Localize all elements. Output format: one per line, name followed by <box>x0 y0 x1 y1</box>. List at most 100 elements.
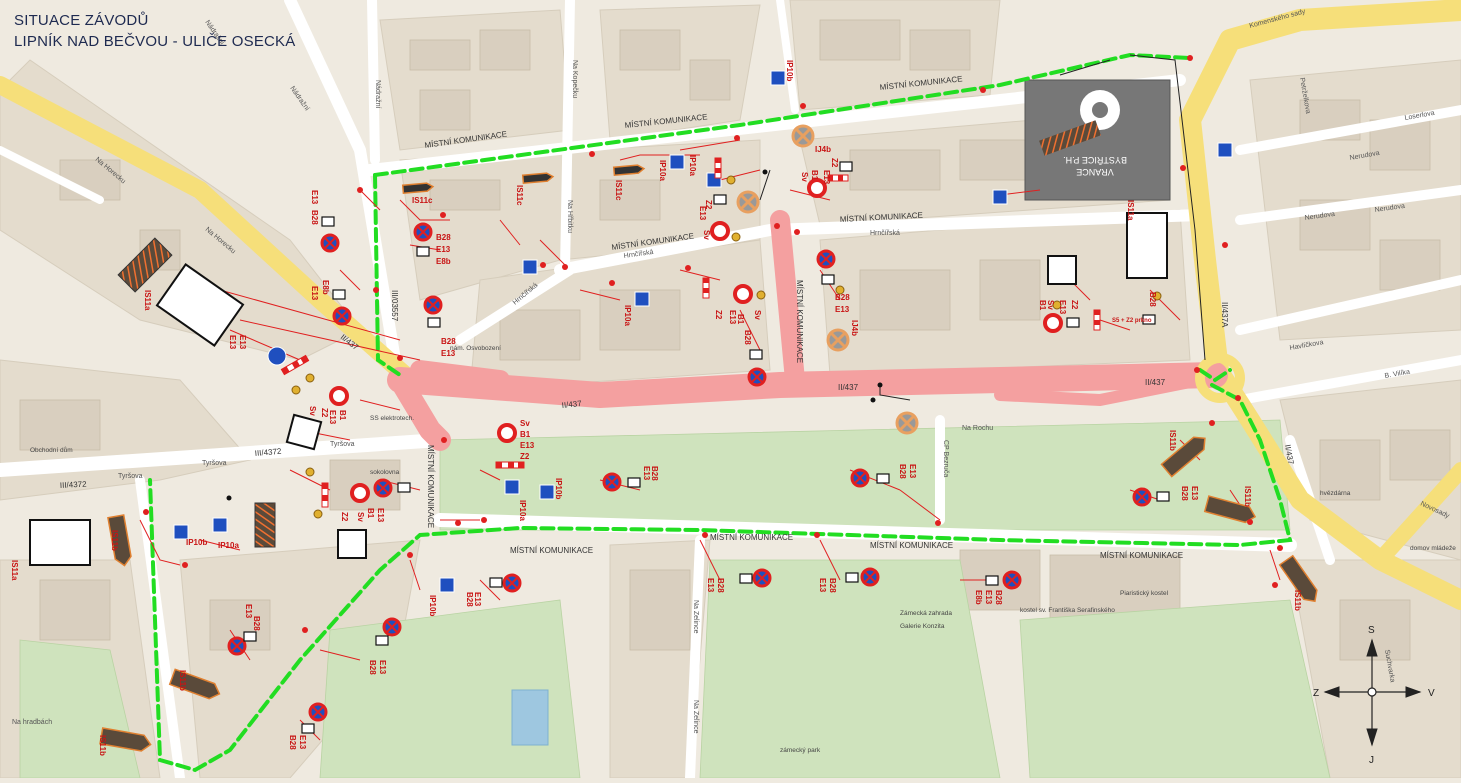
compass-west: Z <box>1313 688 1319 699</box>
no-entry-sign[interactable] <box>733 284 753 304</box>
closure-mark[interactable] <box>826 328 850 352</box>
barrier[interactable] <box>321 482 329 508</box>
supplementary-plate[interactable] <box>1156 491 1170 502</box>
sign-code: Sv <box>356 512 365 522</box>
no-stopping-sign[interactable] <box>308 702 328 722</box>
road-label-mk-vertical2: MÍSTNÍ KOMUNIKACE <box>426 445 435 528</box>
no-entry-sign[interactable] <box>497 423 517 443</box>
info-sign-ip10b-3[interactable] <box>173 524 189 540</box>
street-label-tyrsova-3: Tyršova <box>330 441 355 448</box>
supplementary-plate[interactable] <box>375 635 389 646</box>
info-sign-ip10b[interactable] <box>770 70 786 86</box>
supplementary-plate[interactable] <box>301 723 315 734</box>
no-stopping-sign[interactable] <box>850 468 870 488</box>
road-label-mk9: MÍSTNÍ KOMUNIKACE <box>1100 551 1183 560</box>
sign-code: Z2 <box>340 512 349 522</box>
supplementary-plate[interactable] <box>416 246 430 257</box>
supplementary-plate[interactable] <box>713 194 727 205</box>
no-stopping-sign[interactable] <box>502 573 522 593</box>
supplementary-plate[interactable] <box>821 274 835 285</box>
supplementary-plate[interactable] <box>749 349 763 360</box>
no-stopping-sign[interactable] <box>373 478 393 498</box>
barrier[interactable] <box>714 157 722 179</box>
sign-code: E13 <box>1190 486 1199 501</box>
no-stopping-sign[interactable] <box>816 249 836 269</box>
road-label-ii437a: II/437A <box>1220 302 1229 328</box>
no-stopping-sign[interactable] <box>332 306 352 326</box>
barrier[interactable] <box>495 461 525 469</box>
no-stopping-sign[interactable] <box>752 568 772 588</box>
info-sign-ip10a-3[interactable] <box>634 291 650 307</box>
supplementary-plate[interactable] <box>845 572 859 583</box>
map-canvas[interactable]: BYSTŘICE P.H. VRANCE MÍSTNÍ KOMUNIKACE M… <box>0 0 1461 783</box>
road-label-mk6: MÍSTNÍ KOMUNIKACE <box>510 546 593 555</box>
info-sign-ip10b-2[interactable] <box>539 484 555 500</box>
supplementary-plate[interactable] <box>985 575 999 586</box>
sign-code: B28 <box>1148 292 1157 307</box>
sign-code: IP10a <box>218 541 239 550</box>
no-entry-sign[interactable] <box>329 386 349 406</box>
place-label-kostel: kostel sv. Františka Serafinského <box>1020 607 1115 614</box>
no-stopping-sign[interactable] <box>747 367 767 387</box>
supplementary-plate[interactable] <box>427 317 441 328</box>
sign-code: E13 <box>310 286 319 301</box>
sign-code: B28 <box>252 616 261 631</box>
closure-mark[interactable] <box>736 190 760 214</box>
info-sign-ip10d-2[interactable] <box>992 189 1008 205</box>
no-stopping-sign[interactable] <box>602 472 622 492</box>
info-sign-ip10a[interactable] <box>669 154 685 170</box>
compass-north: S <box>1368 625 1375 636</box>
supplementary-plate[interactable] <box>1066 317 1080 328</box>
info-sign-round[interactable] <box>267 346 287 366</box>
sign-code: IP10a <box>518 500 527 521</box>
supplementary-plate[interactable] <box>243 631 257 642</box>
info-board[interactable] <box>337 529 367 559</box>
no-stopping-sign[interactable] <box>413 222 433 242</box>
direction-sign[interactable] <box>254 502 276 548</box>
no-stopping-sign[interactable] <box>382 617 402 637</box>
no-stopping-sign[interactable] <box>227 636 247 656</box>
pond <box>511 689 549 746</box>
sign-code: IP10b <box>785 60 794 81</box>
info-sign-ip10a-4[interactable] <box>504 479 520 495</box>
no-entry-sign[interactable] <box>710 221 730 241</box>
sign-code: E8b <box>974 590 983 605</box>
no-entry-sign[interactable] <box>1043 313 1063 333</box>
no-stopping-sign[interactable] <box>1132 487 1152 507</box>
closure-mark[interactable] <box>791 124 815 148</box>
supplementary-plate[interactable] <box>397 482 411 493</box>
info-sign-ip10d-3[interactable] <box>1217 142 1233 158</box>
sign-code: E13 <box>473 592 482 607</box>
sign-code: IS11b <box>178 670 187 691</box>
info-board[interactable] <box>285 413 323 451</box>
info-board[interactable] <box>29 519 91 566</box>
supplementary-plate[interactable] <box>839 161 853 172</box>
info-sign-ip10a-5[interactable] <box>212 517 228 533</box>
sign-code: B1 <box>366 508 375 519</box>
sign-code: IS11c <box>412 196 433 205</box>
sign-code: IS11b <box>1243 486 1252 507</box>
supplementary-plate[interactable] <box>321 216 335 227</box>
supplementary-plate[interactable] <box>332 289 346 300</box>
supplementary-plate[interactable] <box>876 473 890 484</box>
closure-mark[interactable] <box>895 411 919 435</box>
no-stopping-sign[interactable] <box>860 567 880 587</box>
parking-lot: BYSTŘICE P.H. VRANCE <box>1024 79 1171 201</box>
barrier[interactable] <box>702 277 710 299</box>
road-label-iii4372-2: III/4372 <box>60 480 88 490</box>
supplementary-plate[interactable] <box>489 577 503 588</box>
sign-code: B1 <box>338 410 347 421</box>
sign-code: E13 <box>728 310 737 325</box>
info-board[interactable] <box>1126 212 1168 279</box>
place-label-ss-elektro: SS elektrotech. <box>370 415 414 422</box>
info-board[interactable] <box>1047 255 1077 285</box>
supplementary-plate[interactable] <box>627 477 641 488</box>
no-stopping-sign[interactable] <box>320 233 340 253</box>
barrier[interactable] <box>1093 309 1101 331</box>
no-stopping-sign[interactable] <box>423 295 443 315</box>
no-entry-sign[interactable] <box>350 483 370 503</box>
info-sign-ip10d[interactable] <box>522 259 538 275</box>
supplementary-plate[interactable] <box>739 573 753 584</box>
info-sign-ip10-6[interactable] <box>439 577 455 593</box>
no-stopping-sign[interactable] <box>1002 570 1022 590</box>
